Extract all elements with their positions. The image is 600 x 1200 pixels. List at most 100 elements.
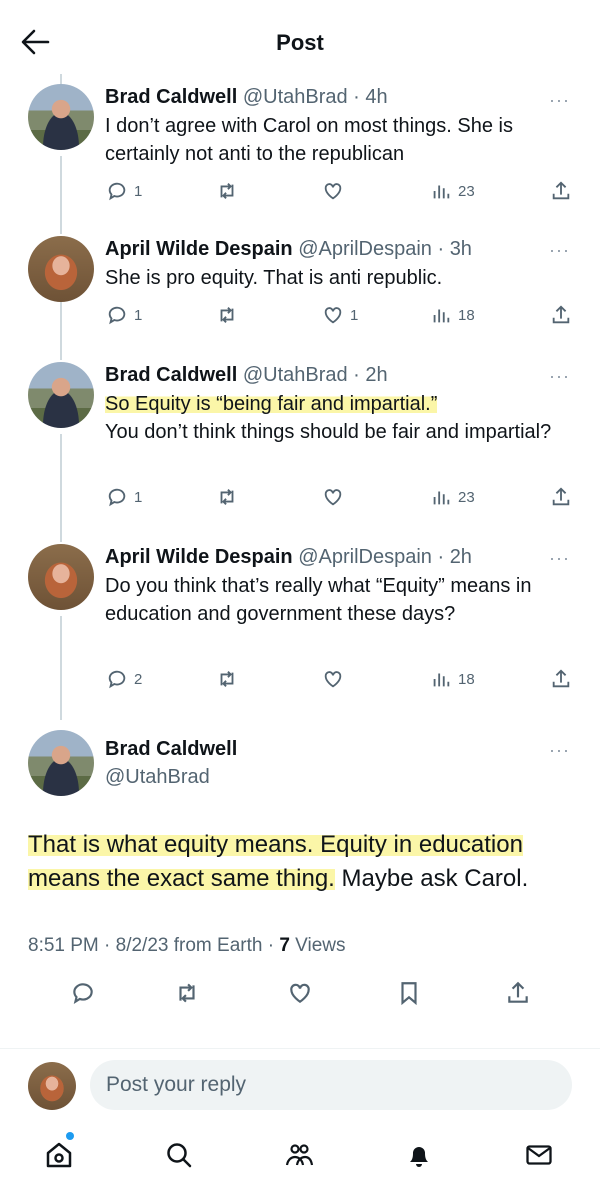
share-icon [552,669,570,688]
like-button[interactable]: 1 [322,304,358,326]
more-icon[interactable]: ··· [549,549,570,567]
reply-button[interactable]: 1 [106,180,142,202]
share-button[interactable] [550,180,572,202]
reply-input[interactable]: Post your reply [90,1060,572,1110]
home-icon [46,1142,72,1168]
more-icon[interactable]: ··· [549,91,570,109]
comment-icon [108,306,126,325]
heart-icon [324,307,342,324]
repost-button[interactable] [216,180,238,202]
search-icon [167,1143,192,1168]
reply-button[interactable]: 1 [106,304,142,326]
repost-icon [220,307,234,323]
repost-button[interactable] [216,304,238,326]
share-icon [552,181,570,200]
repost-button[interactable] [174,980,200,1006]
comment-icon [73,983,93,1004]
views-icon [433,491,450,505]
post-metadata: 8:51 PM · 8/2/23 from Earth · 7 Views [28,935,346,956]
author-name[interactable]: April Wilde Despain [105,238,293,260]
more-icon[interactable]: ··· [549,241,570,259]
author-handle[interactable]: @UtahBrad [243,364,348,386]
share-icon [552,487,570,506]
tweet-text: I don’t agree with Carol on most things.… [105,115,513,165]
share-button[interactable] [550,304,572,326]
views-button[interactable]: 18 [430,668,475,690]
reply-tweet[interactable]: April Wilde Despain @AprilDespain · 3h S… [0,236,600,302]
more-icon[interactable]: ··· [549,367,570,385]
comment-icon [108,670,126,689]
views-count[interactable]: 7 [279,935,290,956]
reply-button[interactable]: 1 [106,486,142,508]
tweet-text: So Equity is “being fair and impartial.”… [105,393,552,443]
bookmark-button[interactable] [396,980,422,1006]
avatar[interactable] [28,236,94,302]
views-button[interactable]: 23 [430,180,475,202]
reply-tweet[interactable]: April Wilde Despain @AprilDespain · 2h D… [0,544,600,628]
like-button[interactable] [287,980,313,1006]
avatar[interactable] [28,84,94,150]
people-icon [285,1144,314,1166]
tweet-actions: 2 18 [0,668,600,694]
notifications-tab[interactable] [404,1140,434,1170]
repost-button[interactable] [216,486,238,508]
heart-icon [324,489,342,506]
search-tab[interactable] [164,1140,194,1170]
share-button[interactable] [505,980,531,1006]
messages-tab[interactable] [524,1140,554,1170]
reply-button[interactable] [70,980,96,1006]
reply-tweet[interactable]: Brad Caldwell @UtahBrad · 2h So Equity i… [0,362,600,446]
bottom-nav [0,1130,600,1180]
share-icon [508,981,528,1003]
repost-icon [220,183,234,199]
tweet-text: She is pro equity. That is anti republic… [105,267,443,289]
author-name[interactable]: April Wilde Despain [105,546,293,568]
notification-dot [66,1132,74,1140]
top-bar: Post [0,0,600,84]
heart-icon [324,671,342,688]
author-name[interactable]: Brad Caldwell [105,86,237,108]
tweet-actions: 1 23 [0,180,600,206]
reply-tweet[interactable]: Brad Caldwell @UtahBrad · 4h I don’t agr… [0,84,600,168]
author-handle[interactable]: @UtahBrad [105,766,210,788]
bookmark-icon [401,982,417,1006]
reply-button[interactable]: 2 [106,668,142,690]
mail-icon [526,1145,552,1165]
author-handle[interactable]: @AprilDespain [298,546,432,568]
comment-icon [108,182,126,201]
repost-icon [220,489,234,505]
main-post-actions [0,980,600,1016]
current-user-avatar[interactable] [28,1062,76,1110]
share-button[interactable] [550,486,572,508]
divider [0,1048,600,1049]
home-tab[interactable] [44,1140,74,1170]
like-button[interactable] [322,486,344,508]
communities-tab[interactable] [284,1140,314,1170]
more-icon[interactable]: ··· [549,741,570,759]
like-button[interactable] [322,668,344,690]
author-handle[interactable]: @UtahBrad [243,86,348,108]
avatar[interactable] [28,544,94,610]
page-title: Post [276,30,324,55]
tweet-actions: 1 23 [0,486,600,512]
author-name[interactable]: Brad Caldwell [105,364,237,386]
heart-icon [290,983,310,1003]
repost-icon [179,983,195,1003]
views-button[interactable]: 23 [430,486,475,508]
timestamp: 4h [365,86,388,108]
author-handle[interactable]: @AprilDespain [298,238,432,260]
timestamp: 2h [365,364,388,386]
timestamp: 2h [449,546,472,568]
bell-icon [410,1147,428,1167]
views-icon [433,185,450,199]
views-button[interactable]: 18 [430,304,475,326]
avatar[interactable] [28,730,94,796]
main-post-header: Brad Caldwell @UtahBrad [0,730,600,796]
views-icon [433,309,450,323]
author-name[interactable]: Brad Caldwell [105,738,237,760]
avatar[interactable] [28,362,94,428]
tweet-actions: 1 1 18 [0,304,600,330]
share-button[interactable] [550,668,572,690]
like-button[interactable] [322,180,344,202]
repost-button[interactable] [216,668,238,690]
